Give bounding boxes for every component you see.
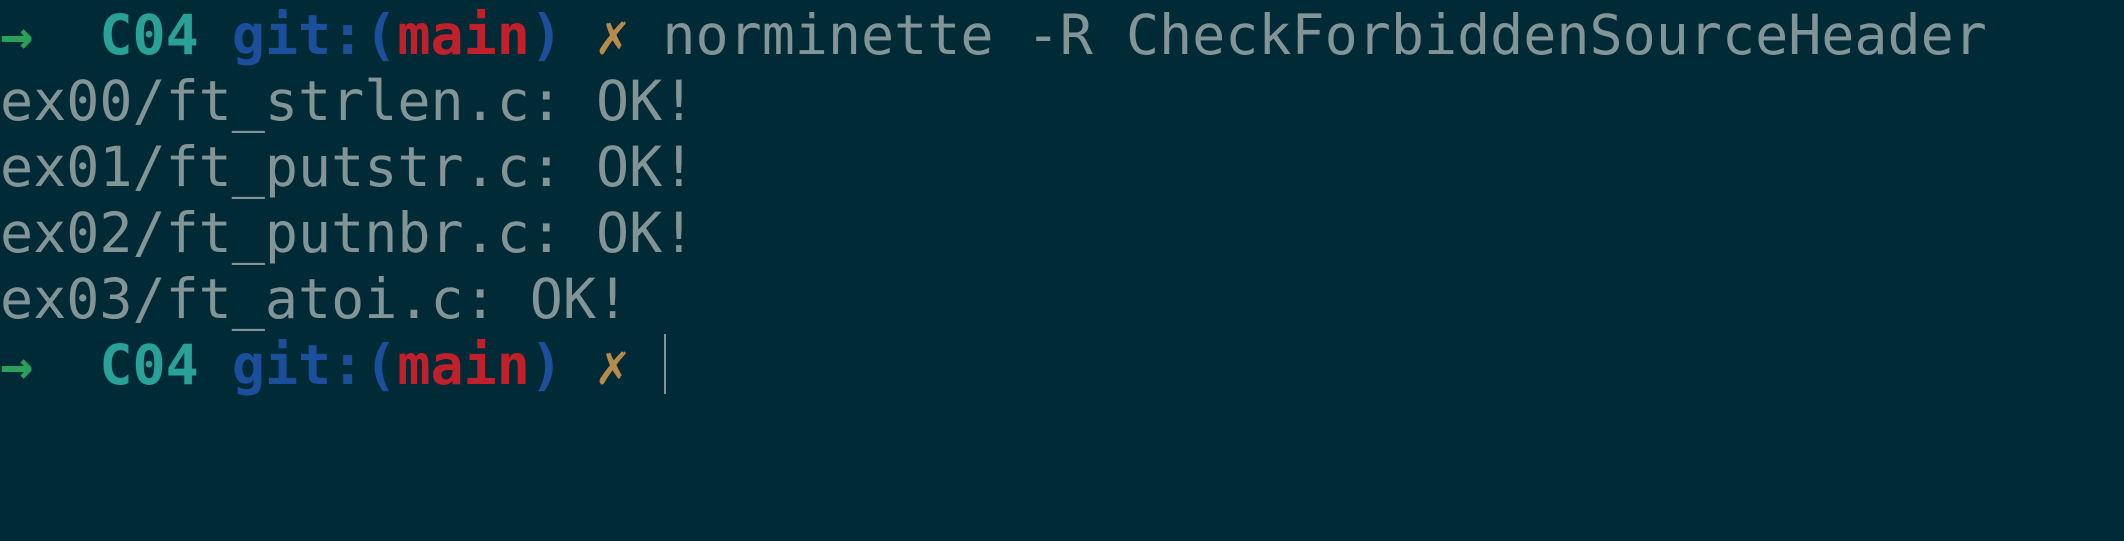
- command-text: norminette -R CheckForbiddenSourceHeader: [662, 3, 1987, 67]
- dirty-mark-icon: ✗: [596, 3, 630, 67]
- prompt-branch: main: [397, 333, 530, 397]
- prompt-arrow-icon: →: [0, 333, 34, 397]
- text-cursor[interactable]: [664, 334, 667, 394]
- prompt-git-prefix: git:(: [231, 3, 398, 67]
- prompt-arrow-icon: →: [0, 3, 34, 67]
- output-line: ex01/ft_putstr.c: OK!: [0, 135, 696, 199]
- active-prompt-line[interactable]: → C04 git:(main) ✗: [0, 332, 667, 398]
- terminal-window[interactable]: → C04 git:(main) ✗ norminette -R CheckFo…: [0, 0, 2124, 541]
- prompt-git-suffix: ): [529, 3, 563, 67]
- prompt-line: → C04 git:(main) ✗ norminette -R CheckFo…: [0, 2, 1987, 68]
- output-line: ex00/ft_strlen.c: OK!: [0, 69, 696, 133]
- prompt-branch: main: [397, 3, 530, 67]
- prompt-directory: C04: [99, 3, 199, 67]
- prompt-git-suffix: ): [529, 333, 563, 397]
- prompt-git-prefix: git:(: [231, 333, 398, 397]
- dirty-mark-icon: ✗: [596, 333, 630, 397]
- output-line: ex02/ft_putnbr.c: OK!: [0, 201, 696, 265]
- output-line: ex03/ft_atoi.c: OK!: [0, 267, 630, 331]
- prompt-directory: C04: [99, 333, 199, 397]
